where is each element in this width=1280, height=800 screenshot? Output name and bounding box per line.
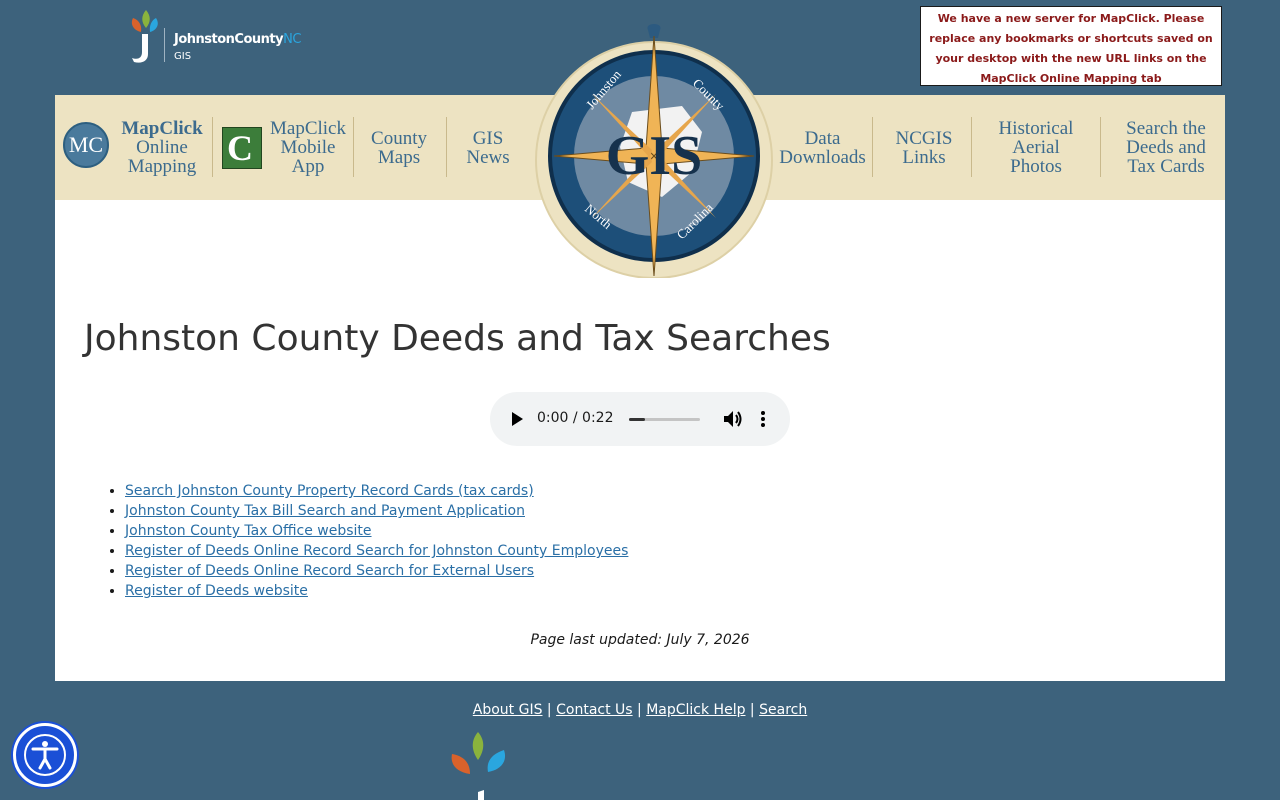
logo-brand-text: JohnstonCountyNC <box>174 32 301 47</box>
list-item: Register of Deeds website <box>125 581 628 601</box>
johnston-county-logo[interactable]: JohnstonCountyNC GIS <box>126 6 380 66</box>
nav-mapclick-mobile-app[interactable]: MapClick Mobile App <box>263 95 353 200</box>
play-icon[interactable] <box>512 412 523 426</box>
footer-about-gis-link[interactable]: About GIS <box>473 702 543 718</box>
nav-mapclick-online-mapping[interactable]: MapClick Online Mapping <box>113 95 211 200</box>
accessibility-button[interactable] <box>13 723 77 787</box>
nav-county-maps[interactable]: County Maps <box>355 95 443 200</box>
footer-separator: | <box>632 702 647 718</box>
server-notice: We have a new server for MapClick. Pleas… <box>920 6 1222 86</box>
nav-data-downloads[interactable]: Data Downloads <box>779 95 866 200</box>
nav-label-line: Aerial <box>1012 137 1060 158</box>
nav-label-line: Deeds and <box>1126 137 1206 158</box>
mapclick-logo-icon: MC <box>63 122 109 168</box>
gis-compass-emblem-icon[interactable]: GIS Johnston County North Carolina <box>532 22 776 278</box>
list-item: Register of Deeds Online Record Search f… <box>125 561 628 581</box>
johnston-leaf-logo-icon <box>451 732 506 800</box>
nav-label-line: Links <box>902 146 946 168</box>
nav-label-line: Data <box>804 127 841 149</box>
footer-search-link[interactable]: Search <box>759 702 807 718</box>
nav-divider <box>212 117 213 177</box>
nav-gis-news[interactable]: GIS News <box>448 95 528 200</box>
nav-ncgis-links[interactable]: NCGIS Links <box>875 95 973 200</box>
logo-brand-main: JohnstonCounty <box>174 32 284 47</box>
accessibility-icon <box>24 734 66 776</box>
audio-player[interactable]: 0:00 / 0:22 <box>490 392 790 446</box>
nav-label-line: MapClick <box>121 118 203 139</box>
logo-subtitle: GIS <box>174 51 192 62</box>
footer-separator: | <box>542 702 557 718</box>
nav-label-line: NCGIS <box>895 127 953 149</box>
nav-label-line: Downloads <box>779 146 866 168</box>
volume-icon[interactable] <box>723 410 743 428</box>
nav-label-line: Photos <box>1010 156 1062 177</box>
nav-divider <box>872 117 873 177</box>
nav-historical-aerial-photos[interactable]: Historical Aerial Photos <box>973 95 1099 200</box>
nav-label-line: Online <box>136 137 188 158</box>
nav-label-line: County <box>371 127 427 149</box>
audio-progress-fill <box>629 418 645 421</box>
link-tax-bill-search[interactable]: Johnston County Tax Bill Search and Paym… <box>125 503 525 519</box>
link-register-of-deeds-website[interactable]: Register of Deeds website <box>125 583 308 599</box>
nav-label-line: Search the <box>1126 118 1206 139</box>
page-title: Johnston County Deeds and Tax Searches <box>84 318 831 359</box>
mapclick-mobile-logo-icon: C <box>222 127 262 169</box>
johnston-leaf-logo-icon <box>131 10 158 63</box>
search-links-list: Search Johnston County Property Record C… <box>107 481 628 601</box>
nav-divider <box>1100 117 1101 177</box>
audio-time: 0:00 / 0:22 <box>537 410 614 426</box>
nav-label-line: MapClick <box>270 118 346 139</box>
nav-divider <box>446 117 447 177</box>
footer-mapclick-help-link[interactable]: MapClick Help <box>646 702 745 718</box>
list-item: Johnston County Tax Bill Search and Paym… <box>125 501 628 521</box>
nav-divider <box>353 117 354 177</box>
nav-divider <box>971 117 972 177</box>
nav-label-line: Mobile <box>280 137 336 158</box>
nav-label-line: News <box>466 146 510 168</box>
link-deeds-search-employees[interactable]: Register of Deeds Online Record Search f… <box>125 543 628 559</box>
nav-label-line: Maps <box>377 146 421 168</box>
link-deeds-search-external[interactable]: Register of Deeds Online Record Search f… <box>125 563 534 579</box>
list-item: Search Johnston County Property Record C… <box>125 481 628 501</box>
footer-contact-link[interactable]: Contact Us <box>556 702 632 718</box>
list-item: Register of Deeds Online Record Search f… <box>125 541 628 561</box>
logo-brand-suffix: NC <box>283 32 301 47</box>
nav-label-line: Historical <box>998 118 1074 139</box>
footer-separator: | <box>745 702 760 718</box>
nav-label-line: Tax Cards <box>1127 156 1205 177</box>
logo-divider <box>164 28 165 62</box>
page-last-updated: Page last updated: July 7, 2026 <box>530 632 750 648</box>
link-property-record-cards[interactable]: Search Johnston County Property Record C… <box>125 483 534 499</box>
audio-seek-slider[interactable] <box>629 418 700 421</box>
nav-label-line: GIS <box>472 127 504 149</box>
nav-search-deeds-tax-cards[interactable]: Search the Deeds and Tax Cards <box>1102 95 1230 200</box>
link-tax-office-website[interactable]: Johnston County Tax Office website <box>125 523 372 539</box>
compass-center-text: GIS <box>606 125 703 187</box>
more-options-icon[interactable] <box>760 410 766 428</box>
footer-links: About GIS | Contact Us | MapClick Help |… <box>0 702 1280 718</box>
nav-label-line: App <box>291 156 325 177</box>
nav-label-line: Mapping <box>127 156 197 177</box>
list-item: Johnston County Tax Office website <box>125 521 628 541</box>
